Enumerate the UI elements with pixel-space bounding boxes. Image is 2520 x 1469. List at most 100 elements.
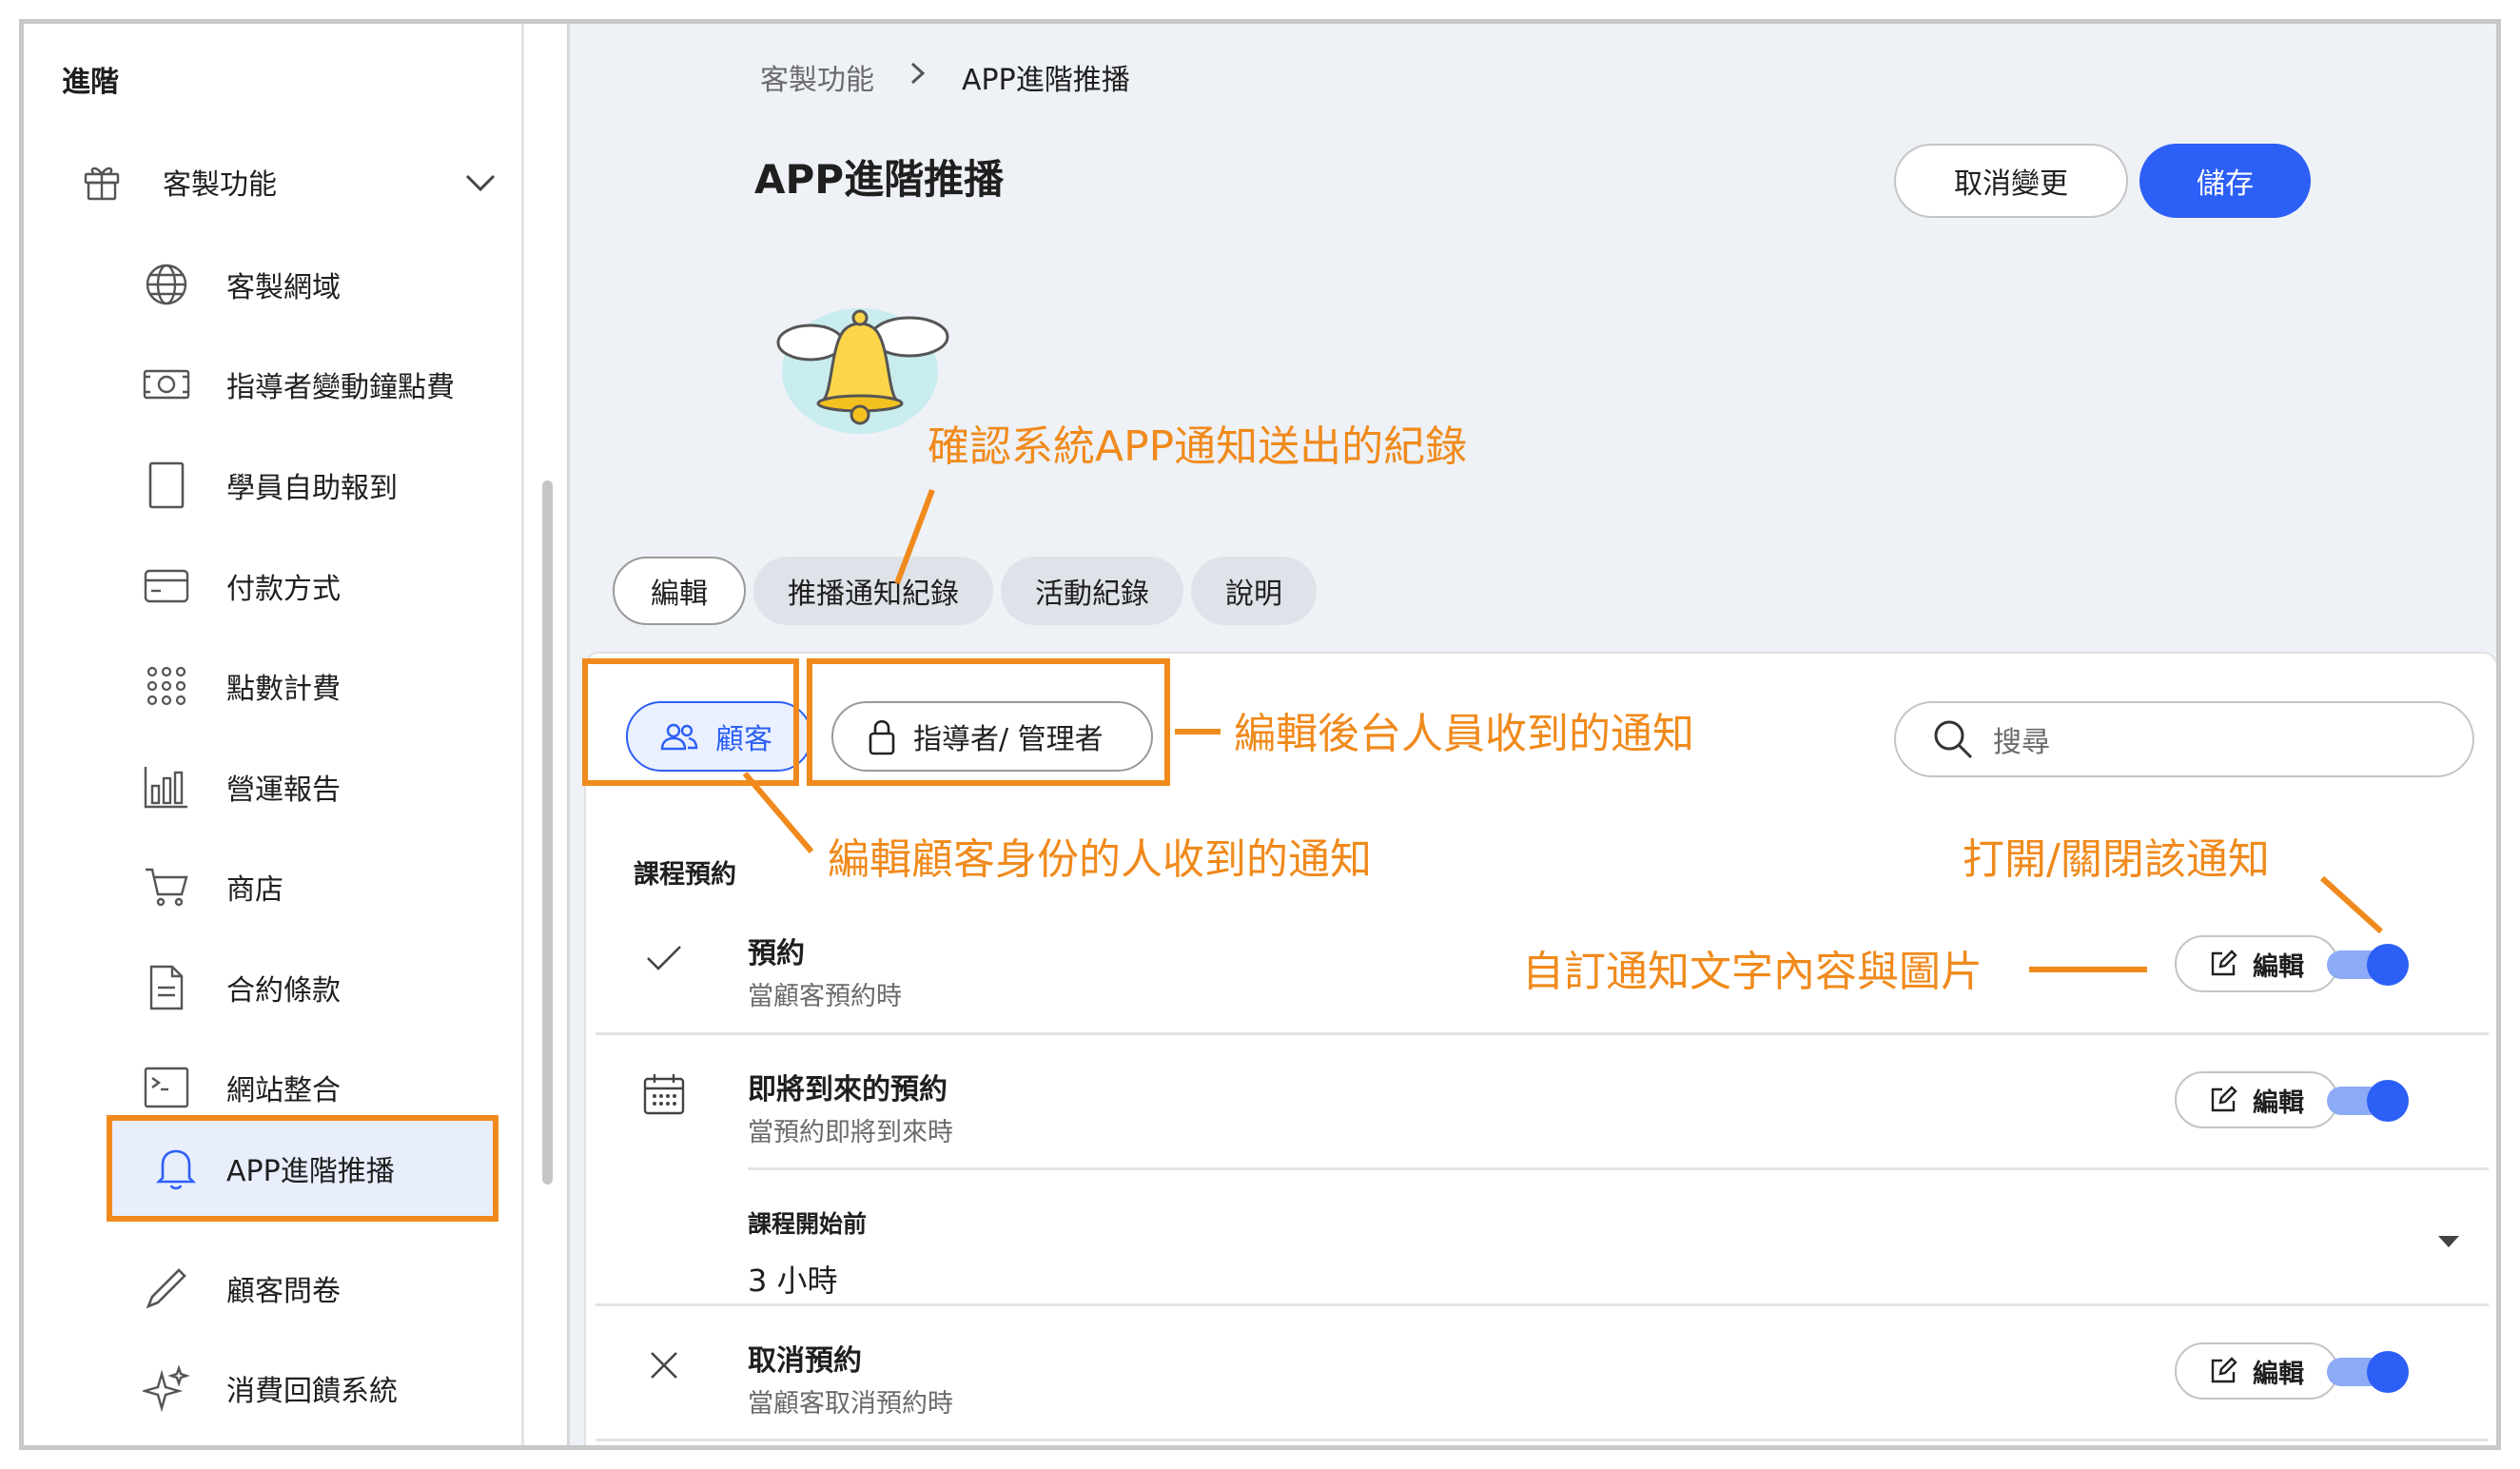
breadcrumb: 客製功能 APP進階推播 [760, 56, 1130, 98]
annotation-log: 確認系統APP通知送出的紀錄 [928, 422, 1468, 471]
reminder-time-value: 3 小時 [748, 1263, 838, 1299]
sidebar-scrollbar[interactable] [525, 24, 570, 1445]
edit-icon [2209, 950, 2237, 978]
edit-button[interactable]: 編輯 [2175, 935, 2338, 992]
notification-title: 即將到來的預約 [748, 1073, 947, 1107]
notification-toggle[interactable] [2327, 943, 2409, 987]
credit-card-icon [143, 562, 190, 610]
chevron-down-icon[interactable] [461, 163, 499, 205]
sidebar-item-payment[interactable]: 付款方式 [143, 552, 504, 620]
app-window: 進階 客製功能 客製網域 指導者變動鐘點費 學員自助報到 付款方式 點數計費 營… [19, 19, 2501, 1450]
annotation-custom: 自訂通知文字內容與圖片 [1522, 948, 1983, 996]
row-divider [596, 1439, 2489, 1441]
reminder-time-label: 課程開始前 [748, 1210, 868, 1238]
tab-push-log[interactable]: 推播通知紀錄 [753, 557, 993, 625]
sidebar-item-label: APP進階推播 [226, 1155, 395, 1188]
row-divider [748, 1167, 2489, 1170]
dots-grid-icon [143, 662, 190, 710]
sidebar-item-label: 商店 [226, 873, 283, 907]
scroll-thumb[interactable] [542, 480, 553, 1185]
edit-label: 編輯 [2253, 1359, 2304, 1389]
notification-subtitle: 當預約即將到來時 [748, 1118, 953, 1147]
sidebar-heading: 進階 [62, 66, 119, 99]
sidebar-item-label: 營運報告 [226, 774, 341, 807]
check-icon [635, 930, 693, 987]
cancel-changes-button[interactable]: 取消變更 [1894, 144, 2128, 218]
tab-help[interactable]: 說明 [1191, 557, 1317, 625]
notification-title: 預約 [748, 937, 805, 970]
sidebar-item-integration[interactable]: 網站整合 [143, 1053, 504, 1122]
tab-activity-log[interactable]: 活動紀錄 [1001, 557, 1183, 625]
save-button[interactable]: 儲存 [2139, 144, 2311, 218]
sidebar-item-label: 指導者變動鐘點費 [226, 371, 455, 404]
bell-icon [152, 1145, 200, 1192]
notification-title: 取消預約 [748, 1344, 862, 1378]
annotation-customer: 編輯顧客身份的人收到的通知 [828, 835, 1372, 884]
row-divider [596, 1032, 2489, 1035]
edit-label: 編輯 [2253, 951, 2304, 982]
sidebar-item-label: 客製網域 [226, 271, 341, 304]
cart-icon [143, 863, 190, 911]
globe-icon [143, 261, 190, 308]
x-icon [635, 1337, 693, 1394]
sidebar: 進階 客製功能 客製網域 指導者變動鐘點費 學員自助報到 付款方式 點數計費 營… [24, 24, 524, 1445]
sidebar-item-app-push[interactable]: APP進階推播 [107, 1115, 498, 1222]
sidebar-item-custom-domain[interactable]: 客製網域 [143, 250, 504, 319]
sidebar-item-hourly-rate[interactable]: 指導者變動鐘點費 [143, 350, 504, 419]
toggle-knob [2367, 1351, 2409, 1393]
gift-icon [81, 161, 123, 203]
annotation-box-customer [582, 658, 799, 786]
search-icon [1932, 718, 1974, 760]
sidebar-item-label: 付款方式 [226, 573, 341, 606]
toggle-knob [2367, 1080, 2409, 1122]
sidebar-item-shop[interactable]: 商店 [143, 852, 504, 921]
money-icon [143, 361, 190, 408]
edit-icon [2209, 1357, 2237, 1385]
edit-button[interactable]: 編輯 [2175, 1071, 2338, 1128]
breadcrumb-current: APP進階推播 [962, 64, 1130, 97]
notification-toggle[interactable] [2327, 1079, 2409, 1123]
section-label: 課程預約 [634, 860, 736, 890]
sidebar-item-survey[interactable]: 顧客問卷 [143, 1254, 504, 1322]
sparkle-icon [143, 1364, 190, 1412]
sidebar-item-label: 消費回饋系統 [226, 1375, 398, 1408]
sidebar-item-rewards[interactable]: 消費回饋系統 [143, 1354, 504, 1422]
bar-chart-icon [143, 763, 190, 811]
search-input[interactable]: 搜尋 [1894, 701, 2474, 777]
notification-subtitle: 當顧客預約時 [748, 982, 902, 1011]
search-placeholder: 搜尋 [1993, 726, 2050, 759]
terminal-icon [143, 1064, 190, 1111]
sidebar-item-label: 合約條款 [226, 974, 341, 1008]
chevron-right-icon [908, 59, 928, 95]
page-title: APP進階推播 [754, 156, 1005, 203]
tab-bar: 編輯 推播通知紀錄 活動紀錄 說明 [613, 557, 1317, 625]
annotation-staff: 編輯後台人員收到的通知 [1234, 710, 1694, 758]
tablet-icon [143, 461, 190, 509]
toggle-knob [2367, 944, 2409, 986]
sidebar-item-points[interactable]: 點數計費 [143, 652, 504, 720]
edit-icon [2209, 1086, 2237, 1114]
calendar-icon [635, 1066, 693, 1123]
annotation-toggle: 打開/關閉該通知 [1963, 835, 2270, 884]
annotation-box-staff [807, 658, 1170, 786]
sidebar-item-contract[interactable]: 合約條款 [143, 953, 504, 1022]
document-icon [143, 964, 190, 1011]
row-divider [596, 1303, 2489, 1306]
sidebar-group-custom[interactable]: 客製功能 [81, 147, 499, 216]
sidebar-item-self-checkin[interactable]: 學員自助報到 [143, 451, 504, 519]
sidebar-item-label: 點數計費 [226, 673, 341, 706]
bell-illustration-icon [765, 276, 955, 451]
sidebar-item-label: 顧客問卷 [226, 1275, 341, 1308]
sidebar-item-label: 網站整合 [226, 1074, 341, 1107]
tab-edit[interactable]: 編輯 [613, 557, 746, 625]
notification-toggle[interactable] [2327, 1350, 2409, 1394]
breadcrumb-parent[interactable]: 客製功能 [760, 56, 874, 98]
sidebar-group-label: 客製功能 [163, 168, 277, 202]
sidebar-item-label: 學員自助報到 [226, 472, 398, 505]
dropdown-arrow-icon[interactable] [2436, 1234, 2461, 1253]
reminder-time-select[interactable]: 課程開始前 3 小時 [748, 1205, 867, 1301]
pencil-icon [143, 1264, 190, 1312]
edit-button[interactable]: 編輯 [2175, 1342, 2338, 1400]
sidebar-item-reports[interactable]: 營運報告 [143, 753, 504, 821]
notification-subtitle: 當顧客取消預約時 [748, 1389, 953, 1419]
